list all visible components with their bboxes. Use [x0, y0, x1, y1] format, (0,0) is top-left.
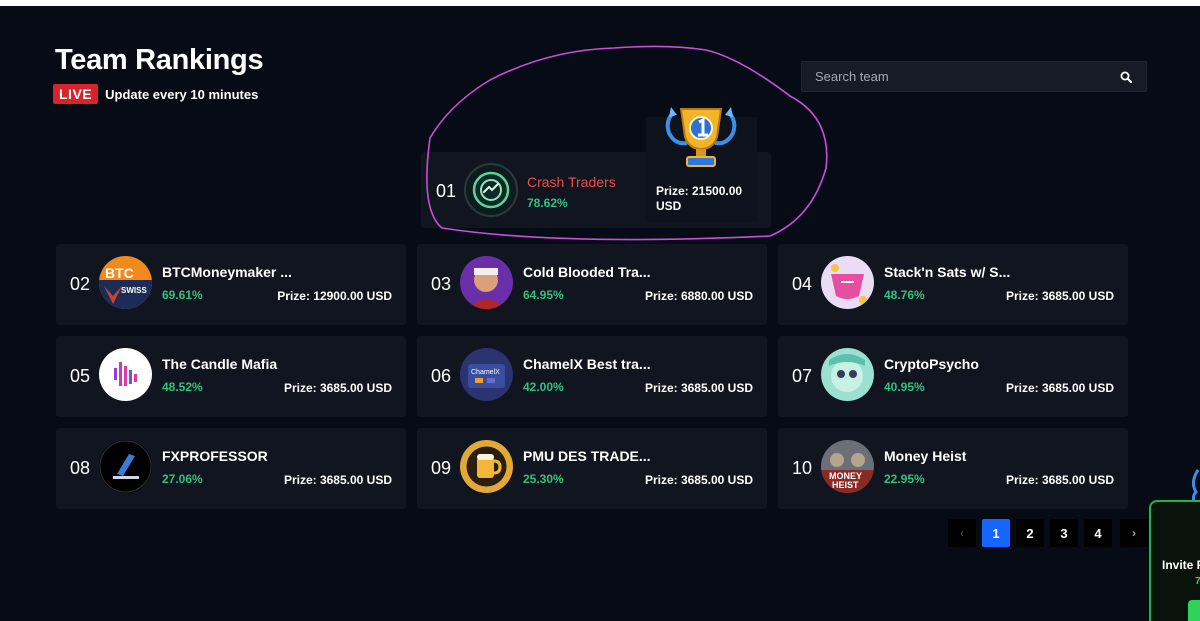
team-avatar [460, 440, 513, 493]
team-name[interactable]: ChamelX Best tra... [523, 356, 651, 372]
team-percent: 48.52% [162, 380, 203, 394]
rank-number: 06 [431, 366, 452, 386]
team-prize: Prize: 3685.00 USD [644, 381, 753, 395]
team-card[interactable]: 04 Stack'n Sats w/ S... 48.76% Prize: 36… [778, 244, 1128, 325]
team-name[interactable]: The Candle Mafia [162, 356, 277, 372]
invite-subtext: 7 [1195, 576, 1200, 587]
pagination-prev-button[interactable]: ‹ [948, 519, 976, 547]
pagination-page-1[interactable]: 1 [982, 519, 1010, 547]
team-card[interactable]: 08 FXPROFESSOR 27.06% Prize: 3685.00 USD [56, 428, 406, 509]
team-prize: Prize: 3685.00 USD [283, 381, 392, 395]
team-percent: 27.06% [162, 472, 203, 486]
team-name[interactable]: PMU DES TRADE... [523, 448, 651, 464]
svg-text:BTC: BTC [105, 265, 134, 281]
team-avatar [99, 440, 152, 493]
rank-number: 05 [70, 366, 91, 386]
team-prize: Prize: 6880.00 USD [644, 289, 753, 303]
svg-text:ChamelX: ChamelX [471, 369, 500, 376]
team-card[interactable]: 10 MONEY HEIST Money Heist 22.95% Prize:… [778, 428, 1128, 509]
search-box[interactable] [801, 61, 1147, 92]
rank-number: 01 [436, 181, 457, 201]
team-card[interactable]: 09 PMU DES TRADE... 25.30% Prize: 3685.0… [417, 428, 767, 509]
team-card[interactable]: 05 The Candle Mafia 48.52% Prize: 3685.0… [56, 336, 406, 417]
team-card[interactable]: 06 ChamelX ChamelX Best tra... 42.00% Pr… [417, 336, 767, 417]
team-name[interactable]: BTCMoneymaker ... [162, 264, 292, 280]
rank-number: 04 [792, 274, 813, 294]
invite-title: Invite F [1162, 558, 1200, 572]
rank-number: 07 [792, 366, 813, 386]
pagination-page-4[interactable]: 4 [1084, 519, 1112, 547]
team-prize: Prize: 3685.00 USD [1005, 289, 1114, 303]
first-prize-box: Prize: 21500.00 USD [646, 107, 757, 222]
team-prize: Prize: 3685.00 USD [644, 473, 753, 487]
crash-traders-logo-icon [472, 171, 510, 209]
team-name[interactable]: Stack'n Sats w/ S... [884, 264, 1010, 280]
team-percent: 69.61% [162, 288, 203, 302]
rank-number: 10 [792, 458, 813, 478]
team-percent: 78.62% [527, 196, 568, 210]
search-input[interactable] [815, 69, 1119, 84]
team-percent: 48.76% [884, 288, 925, 302]
team-name[interactable]: Crash Traders [527, 174, 616, 190]
rank-number: 02 [70, 274, 91, 294]
trophy-icon [665, 107, 737, 167]
team-name[interactable]: Cold Blooded Tra... [523, 264, 651, 280]
live-badge: LIVE [53, 84, 99, 104]
rank-number: 08 [70, 458, 91, 478]
team-percent: 40.95% [884, 380, 925, 394]
team-avatar [99, 348, 152, 401]
team-avatar [821, 256, 874, 309]
update-interval-text: Update every 10 minutes [105, 86, 259, 102]
rank-number: 09 [431, 458, 452, 478]
first-prize-text: Prize: 21500.00 USD [656, 184, 743, 213]
team-name[interactable]: FXPROFESSOR [162, 448, 268, 464]
team-prize: Prize: 12900.00 USD [277, 289, 392, 303]
pagination-page-2[interactable]: 2 [1016, 519, 1044, 547]
page-title: Team Rankings [55, 44, 264, 76]
team-percent: 25.30% [523, 472, 564, 486]
team-card[interactable]: 02 BTC SWISS BTCMoneymaker ... 69.61% Pr… [56, 244, 406, 325]
pagination-page-3[interactable]: 3 [1050, 519, 1078, 547]
team-card[interactable]: 07 CryptoPsycho 40.95% Prize: 3685.00 US… [778, 336, 1128, 417]
invite-button[interactable] [1188, 600, 1200, 621]
team-percent: 22.95% [884, 472, 925, 486]
top-edge-strip [0, 0, 1200, 6]
svg-text:HEIST: HEIST [832, 480, 859, 490]
search-icon[interactable] [1119, 70, 1133, 84]
team-prize: Prize: 3685.00 USD [283, 473, 392, 487]
team-avatar: MONEY HEIST [821, 440, 874, 493]
team-percent: 64.95% [523, 288, 564, 302]
pagination-next-button[interactable]: › [1120, 519, 1148, 547]
team-percent: 42.00% [523, 380, 564, 394]
team-prize: Prize: 3685.00 USD [1005, 473, 1114, 487]
team-avatar [460, 256, 513, 309]
team-avatar [821, 348, 874, 401]
team-avatar: BTC SWISS [99, 256, 152, 309]
team-card[interactable]: 03 Cold Blooded Tra... 64.95% Prize: 688… [417, 244, 767, 325]
svg-text:SWISS: SWISS [121, 286, 147, 295]
team-prize: Prize: 3685.00 USD [1005, 381, 1114, 395]
team-avatar [464, 163, 518, 217]
rank-number: 03 [431, 274, 452, 294]
team-name[interactable]: CryptoPsycho [884, 356, 979, 372]
invite-friends-panel[interactable]: Invite F 7 [1149, 500, 1200, 621]
live-status-row: LIVE Update every 10 minutes [53, 84, 258, 104]
team-name[interactable]: Money Heist [884, 448, 966, 464]
team-avatar: ChamelX [460, 348, 513, 401]
